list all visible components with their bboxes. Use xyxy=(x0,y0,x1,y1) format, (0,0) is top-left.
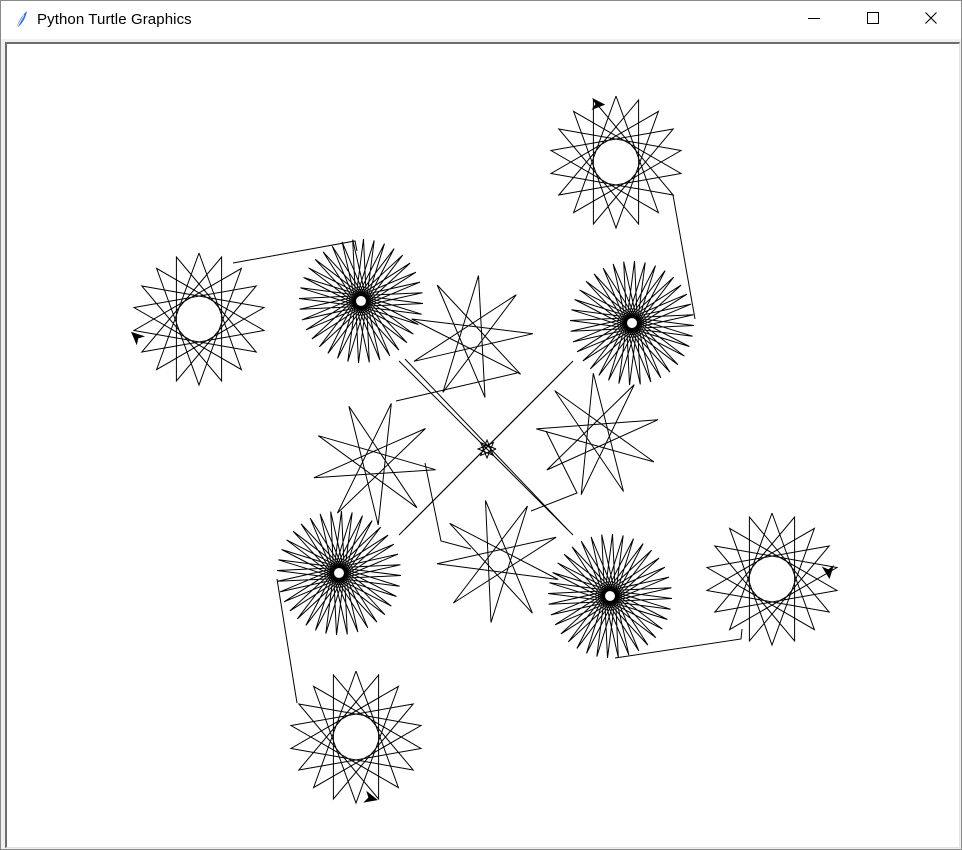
star-inner-bottom xyxy=(436,500,559,623)
connector-inner-c xyxy=(424,462,472,550)
turtle-head-top xyxy=(591,97,606,111)
close-button[interactable] xyxy=(902,1,960,39)
connector-top-right xyxy=(672,194,696,320)
star-dense-upper-right xyxy=(569,260,695,386)
minimize-icon xyxy=(808,11,820,29)
turtle-head-bottom xyxy=(363,790,378,803)
star-inner-left xyxy=(313,403,436,526)
star-outer-top xyxy=(549,95,683,230)
connector-inner-a xyxy=(395,372,518,402)
star-outer-right xyxy=(705,512,839,647)
close-icon xyxy=(925,11,937,29)
star-outer-bottom xyxy=(289,670,423,805)
title-bar[interactable]: Python Turtle Graphics xyxy=(1,1,961,39)
window-title: Python Turtle Graphics xyxy=(37,11,192,28)
turtle-head-right xyxy=(821,565,834,580)
feather-icon xyxy=(13,10,29,30)
star-inner-right xyxy=(536,373,659,495)
turtle-drawing xyxy=(130,95,839,805)
star-outer-left xyxy=(132,252,266,387)
star-dense-lower-right xyxy=(547,533,673,659)
star-inner-top xyxy=(411,275,534,398)
star-dense-upper-left xyxy=(298,238,424,364)
maximize-icon xyxy=(867,11,879,29)
turtle-canvas[interactable] xyxy=(5,42,960,848)
star-dense-lower-left xyxy=(276,510,402,636)
turtle-window: Python Turtle Graphics xyxy=(0,0,962,850)
minimize-button[interactable] xyxy=(785,1,843,39)
maximize-button[interactable] xyxy=(844,1,902,39)
turtle-head-left xyxy=(130,331,146,346)
